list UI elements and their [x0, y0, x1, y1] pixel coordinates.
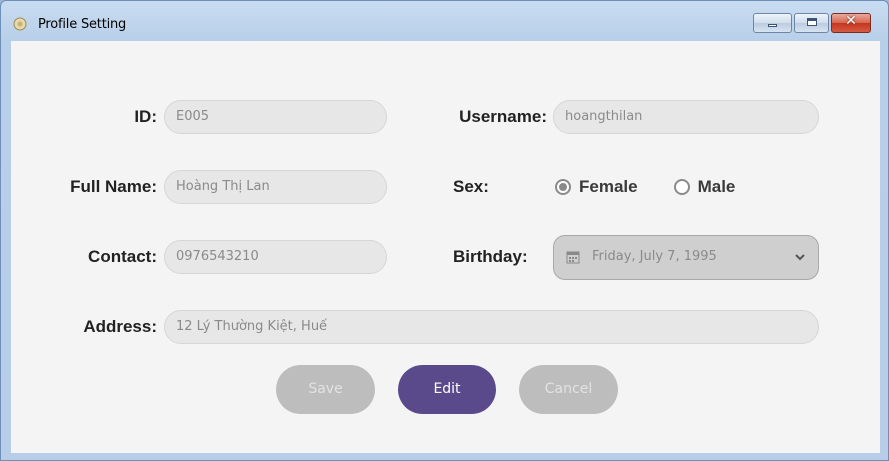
id-field[interactable]: E005 [164, 100, 387, 134]
calendar-icon[interactable] [566, 250, 580, 264]
contact-field[interactable]: 0976543210 [164, 240, 387, 274]
maximize-icon [807, 18, 817, 26]
edit-button[interactable]: Edit [398, 365, 496, 414]
username-field[interactable]: hoangthilan [553, 100, 819, 134]
username-label: Username: [459, 107, 547, 126]
birthday-value: Friday, July 7, 1995 [592, 249, 717, 264]
save-button[interactable]: Save [276, 365, 375, 414]
birthday-label: Birthday: [453, 247, 528, 266]
profile-setting-window: Profile Setting ✕ ID: E005 Username: hoa… [0, 0, 889, 461]
cancel-button[interactable]: Cancel [519, 365, 618, 414]
address-label: Address: [83, 317, 157, 336]
sex-label: Sex: [453, 177, 489, 196]
radio-female-indicator[interactable] [555, 179, 571, 195]
close-icon: ✕ [845, 13, 857, 29]
minimize-button[interactable] [753, 13, 792, 33]
app-icon [13, 17, 27, 31]
window-controls: ✕ [751, 13, 871, 33]
sex-radio-group: Female Male [555, 177, 771, 197]
radio-female[interactable]: Female [555, 177, 638, 197]
address-field[interactable]: 12 Lý Thường Kiệt, Huế [164, 310, 819, 344]
radio-male-label: Male [697, 177, 736, 196]
radio-male-indicator[interactable] [673, 179, 690, 195]
window-title: Profile Setting [38, 17, 127, 32]
radio-female-label: Female [579, 177, 638, 196]
id-label: ID: [134, 107, 157, 126]
radio-male[interactable]: Male [673, 177, 736, 197]
full-name-field[interactable]: Hoàng Thị Lan [164, 170, 387, 204]
minimize-icon [768, 24, 777, 27]
title-bar[interactable]: Profile Setting ✕ [1, 1, 888, 41]
contact-label: Contact: [88, 247, 157, 266]
chevron-down-icon[interactable] [795, 253, 805, 261]
full-name-label: Full Name: [70, 177, 157, 196]
form-panel: ID: E005 Username: hoangthilan Full Name… [11, 41, 880, 453]
maximize-button[interactable] [794, 13, 829, 33]
close-button[interactable]: ✕ [831, 13, 871, 33]
birthday-date-picker[interactable]: Friday, July 7, 1995 [553, 235, 819, 280]
